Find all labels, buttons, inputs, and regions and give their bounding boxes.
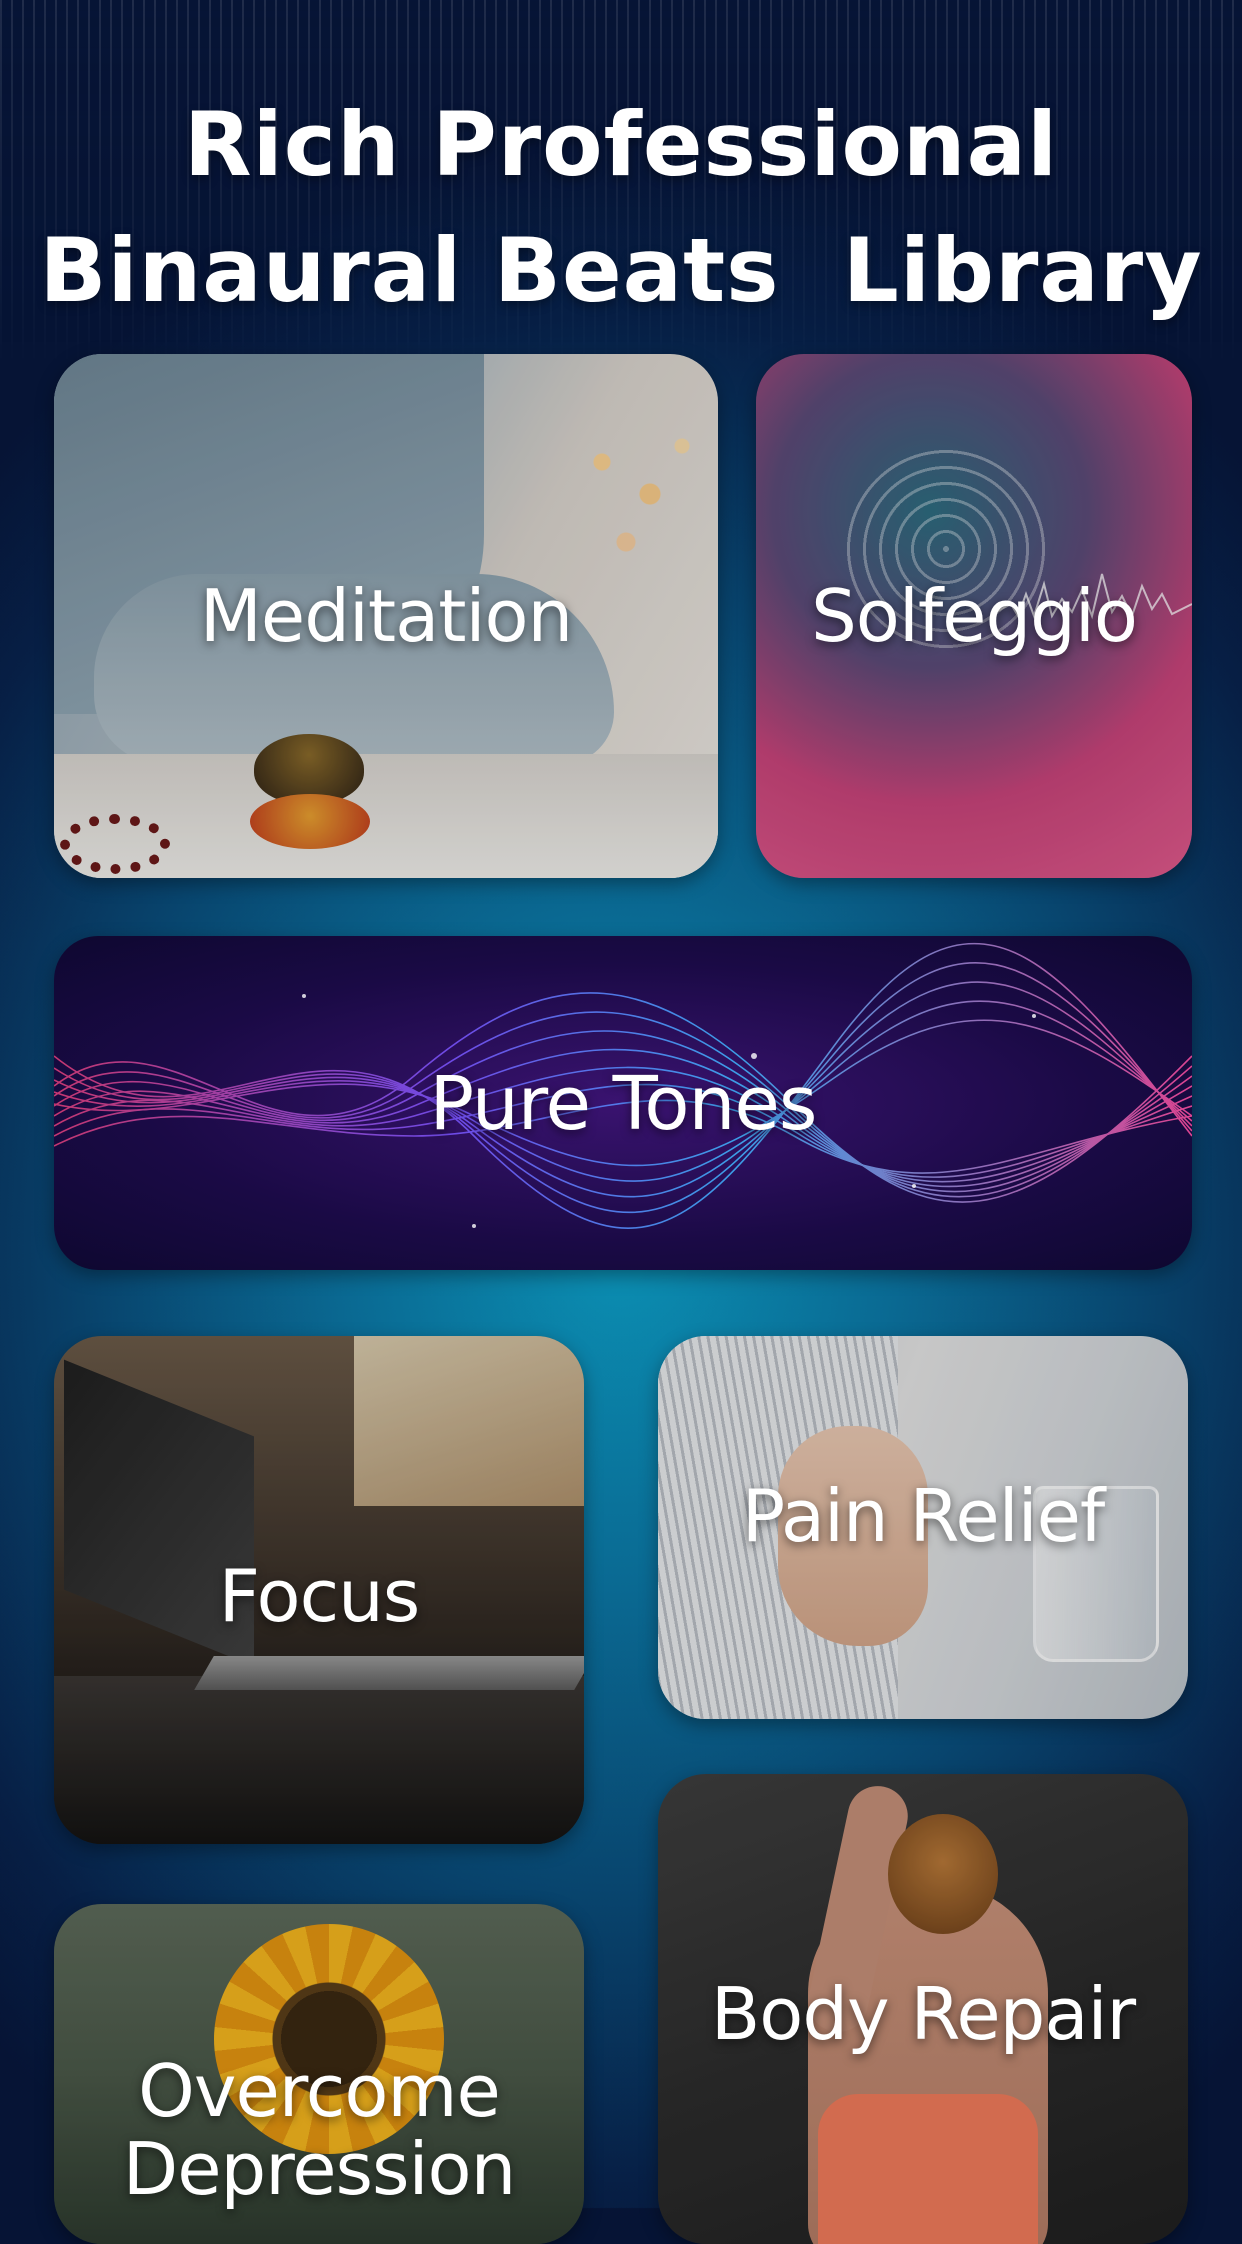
category-card-pure-tones[interactable]: Pure Tones [54,936,1192,1270]
category-card-pain-relief[interactable]: Pain Relief [658,1336,1188,1719]
category-label-pain-relief: Pain Relief [741,1474,1106,1558]
page-title: Rich Professional Binaural Beats Library [0,82,1242,334]
category-label-overcome-depression-line-1: Overcome [138,2049,501,2133]
category-card-meditation[interactable]: Meditation [54,354,718,878]
category-card-body-repair[interactable]: Body Repair [658,1774,1188,2244]
category-card-focus[interactable]: Focus [54,1336,584,1844]
category-label-solfeggio: Solfeggio [811,574,1138,658]
page-title-line-1: Rich Professional [183,93,1059,196]
page-title-line-2: Binaural Beats Library [39,219,1203,322]
category-card-overcome-depression[interactable]: Overcome Depression [54,1904,584,2244]
category-label-meditation: Meditation [199,574,573,658]
category-label-overcome-depression-line-2: Depression [122,2127,516,2211]
category-label-focus: Focus [218,1554,421,1638]
category-label-body-repair: Body Repair [710,1972,1136,2056]
category-label-pure-tones: Pure Tones [429,1061,818,1147]
category-card-solfeggio[interactable]: Solfeggio [756,354,1192,878]
category-label-overcome-depression: Overcome Depression [54,2052,584,2208]
